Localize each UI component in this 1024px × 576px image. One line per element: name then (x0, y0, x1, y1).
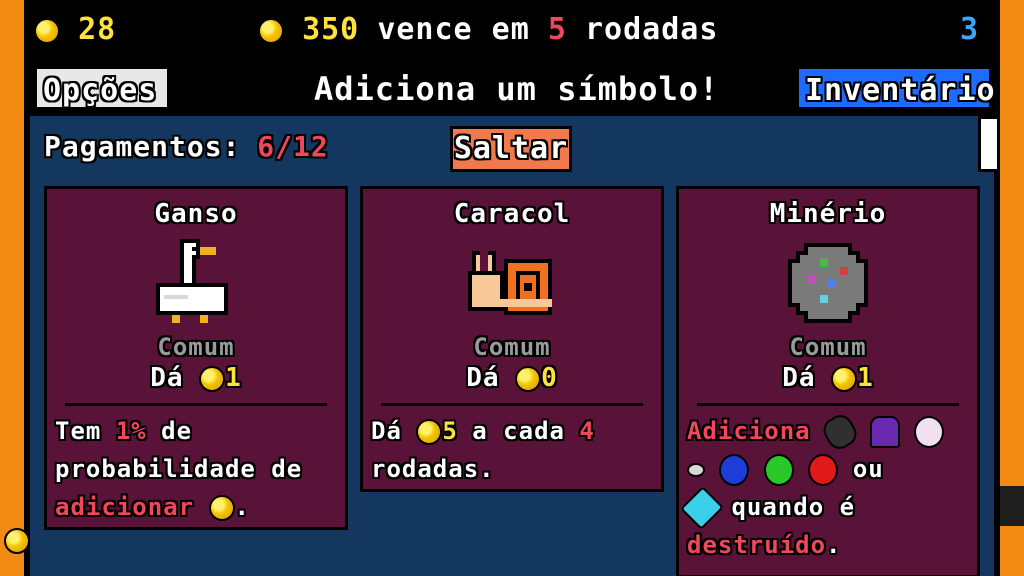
coin-icon (258, 17, 284, 44)
card-description: Tem 1% de probabilidade de adicionar . (47, 412, 345, 534)
gives-label: Dá (466, 363, 500, 393)
gives-label: Dá (150, 363, 184, 393)
amethyst-icon (869, 416, 900, 448)
card-gives: Dá 1 (679, 363, 977, 393)
card-description: Adiciona ou quando é destruído. (679, 410, 977, 572)
desc-value: 5 (442, 417, 458, 445)
gives-value: 1 (857, 363, 874, 393)
gives-value: 1 (225, 363, 242, 393)
card-gives: Dá 0 (363, 363, 661, 393)
rent-spins: 5 (547, 12, 567, 47)
header-bar: Opções Adiciona um símbolo! Inventário (24, 62, 1000, 116)
payments-label: Pagamentos: (44, 130, 241, 163)
stone-icon (687, 463, 705, 477)
coin-icon (416, 419, 443, 445)
rent-text-end: rodadas (585, 12, 719, 47)
divider (65, 403, 327, 406)
pearl-icon (913, 416, 944, 448)
coin-icon (515, 365, 542, 392)
symbol-card-goose[interactable]: Ganso Comum Dá 1 Tem 1% de probabilidade… (44, 186, 348, 530)
card-name: Minério (769, 199, 887, 229)
desc-text: rodadas. (371, 455, 495, 483)
choice-panel: Pagamentos: 6/12 Saltar Ganso Comum Dá 1… (30, 116, 994, 576)
inventory-button[interactable]: Inventário (796, 66, 995, 110)
game-screen: 28 350 vence em 5 rodadas 3 Opções Adici… (24, 0, 1000, 576)
desc-action: Adiciona (687, 417, 811, 445)
gives-value: 0 (541, 363, 558, 393)
card-gives: Dá 1 (47, 363, 345, 393)
page-title: Adiciona um símbolo! (314, 70, 720, 108)
desc-text: Tem (55, 417, 102, 445)
card-name: Caracol (453, 199, 571, 229)
coin-icon (831, 365, 858, 392)
symbol-card-snail[interactable]: Caracol Comum Dá 0 Dá 5 a cada 4 rodadas… (360, 186, 664, 492)
coin-icon (199, 365, 226, 392)
ruby-icon (808, 454, 839, 486)
diamond-icon (680, 486, 724, 530)
card-rarity: Comum (157, 333, 235, 361)
snail-icon (468, 251, 552, 315)
emerald-icon (763, 454, 794, 486)
goose-icon (156, 239, 228, 323)
payments-counter: Pagamentos: 6/12 (44, 130, 329, 163)
offscreen-edge (1000, 486, 1024, 526)
ore-icon (788, 243, 868, 323)
desc-text: . (234, 493, 250, 521)
ore-chunk-icon (819, 410, 862, 454)
desc-percent: 1% (115, 417, 147, 445)
card-rarity: Comum (789, 333, 867, 361)
rent-amount: 350 (302, 12, 360, 47)
reroll-count: 3 (960, 12, 980, 47)
card-description: Dá 5 a cada 4 rodadas. (363, 412, 661, 496)
desc-count: 4 (579, 417, 595, 445)
coin-count: 28 (78, 12, 117, 47)
divider (381, 403, 643, 406)
rent-info: 350 vence em 5 rodadas (258, 12, 718, 47)
desc-text: ou (852, 455, 884, 483)
sapphire-icon (719, 454, 750, 486)
desc-text: Dá (371, 417, 402, 445)
coin-icon (4, 528, 30, 554)
desc-text: de (161, 417, 193, 445)
gives-label: Dá (782, 363, 816, 393)
scrollbar-thumb[interactable] (978, 116, 1000, 172)
desc-action: adicionar (55, 493, 195, 521)
coin-icon (208, 495, 235, 521)
skip-button[interactable]: Saltar (450, 126, 572, 172)
desc-text: quando é (731, 493, 856, 521)
symbol-card-ore[interactable]: Minério Comum Dá 1 Adiciona ou quando é … (676, 186, 980, 576)
options-button[interactable]: Opções (34, 66, 170, 110)
desc-text: . (826, 531, 842, 559)
desc-text: a cada (472, 417, 565, 445)
card-rarity: Comum (473, 333, 551, 361)
rent-text: vence em (377, 12, 530, 47)
payments-value: 6/12 (257, 130, 329, 163)
card-name: Ganso (154, 199, 238, 229)
desc-text: probabilidade de (55, 455, 303, 483)
coin-counter: 28 (34, 12, 116, 47)
desc-destroyed: destruído (687, 531, 827, 559)
divider (697, 403, 959, 406)
coin-icon (34, 17, 60, 44)
top-bar: 28 350 vence em 5 rodadas 3 (24, 0, 1000, 62)
